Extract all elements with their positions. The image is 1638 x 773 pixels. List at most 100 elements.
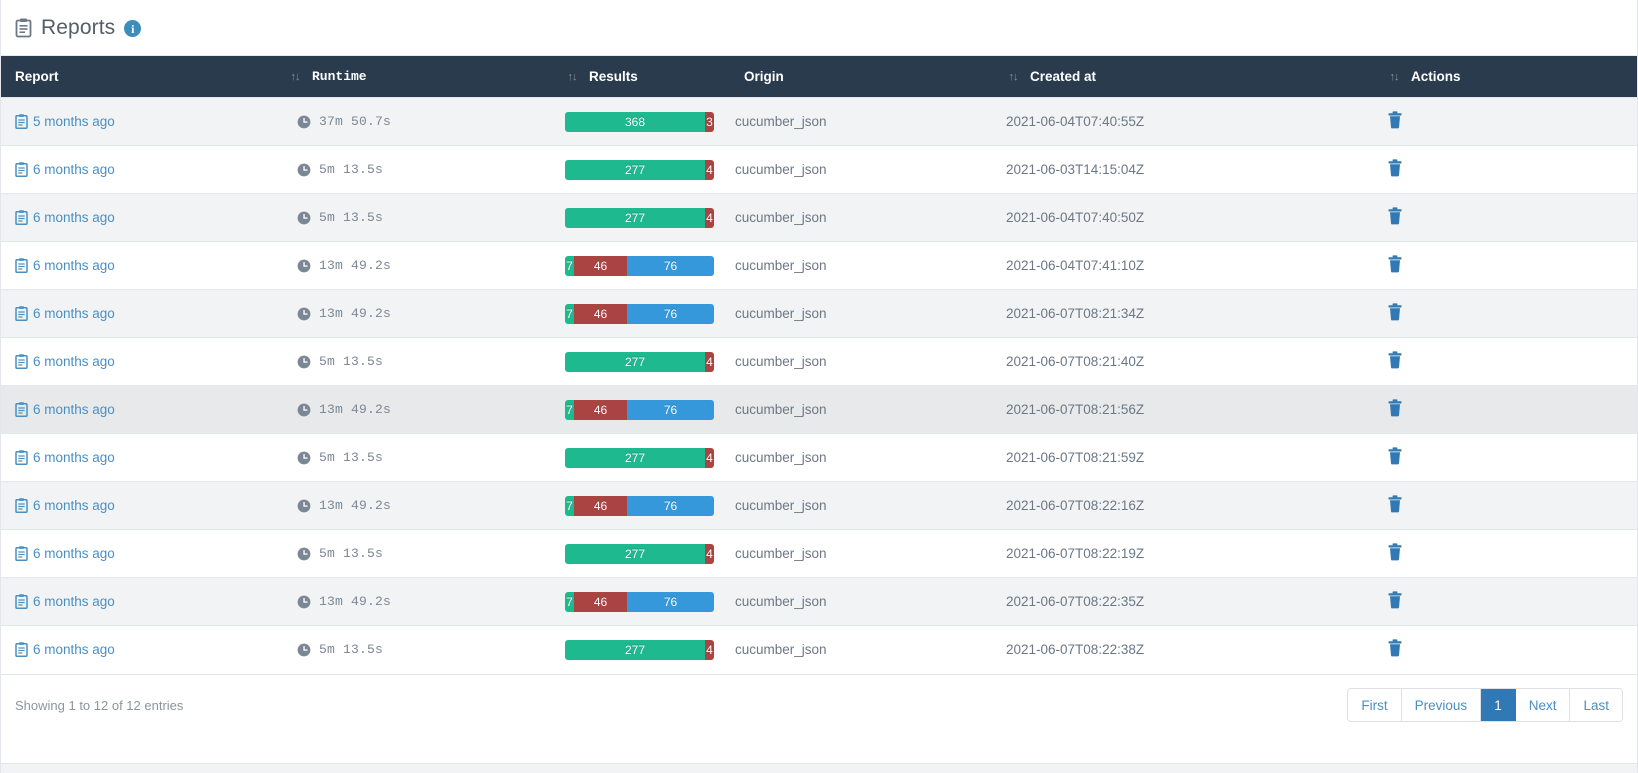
cell-results: 7 46 76	[565, 577, 735, 626]
results-segment-passed: 7	[565, 399, 574, 420]
clock-icon	[297, 163, 311, 177]
results-bar[interactable]: 7 46 76	[565, 303, 714, 324]
delete-report-button[interactable]	[1387, 447, 1403, 465]
table-row[interactable]: 6 months ago 5m 13.5s 277 4 cucumber_json 202…	[1, 529, 1637, 578]
table-row[interactable]: 6 months ago 5m 13.5s 277 4 cucumber_json 202…	[1, 337, 1637, 386]
results-bar[interactable]: 368 3	[565, 111, 714, 132]
column-header-actions[interactable]: ↑↓ Actions	[1387, 56, 1637, 98]
clock-icon	[297, 115, 311, 129]
results-bar[interactable]: 277 4	[565, 207, 714, 228]
delete-report-button[interactable]	[1387, 207, 1403, 225]
pagination-button-previous[interactable]: Previous	[1401, 689, 1482, 721]
results-segment-failed: 4	[705, 351, 714, 372]
results-segment-failed: 46	[574, 495, 628, 516]
pagination-button-last[interactable]: Last	[1570, 689, 1622, 721]
results-segment-failed: 4	[705, 639, 714, 660]
created-at-value: 2021-06-07T08:22:16Z	[1006, 498, 1145, 513]
info-icon[interactable]: i	[124, 20, 142, 37]
report-link[interactable]: 6 months ago	[33, 258, 115, 273]
origin-value: cucumber_json	[735, 354, 827, 369]
results-bar[interactable]: 7 46 76	[565, 399, 714, 420]
table-row[interactable]: 6 months ago 13m 49.2s 7 46 76 cucumber_json 2…	[1, 577, 1637, 626]
cell-created-at: 2021-06-07T08:21:56Z	[1006, 385, 1387, 434]
table-row[interactable]: 6 months ago 13m 49.2s 7 46 76 cucumber_json 2…	[1, 289, 1637, 338]
delete-report-button[interactable]	[1387, 591, 1403, 609]
cell-results: 277 4	[565, 433, 735, 482]
table-row[interactable]: 6 months ago 5m 13.5s 277 4 cucumber_json 202…	[1, 625, 1637, 674]
delete-report-button[interactable]	[1387, 543, 1403, 561]
sort-both-icon-runtime[interactable]: ↑↓	[288, 71, 302, 83]
sort-both-icon-created-at[interactable]: ↑↓	[1006, 71, 1020, 83]
cell-actions	[1387, 385, 1637, 434]
column-label-origin: Origin	[744, 69, 784, 84]
report-link[interactable]: 6 months ago	[33, 354, 115, 369]
table-row[interactable]: 6 months ago 13m 49.2s 7 46 76 cucumber_json 2…	[1, 241, 1637, 290]
delete-report-button[interactable]	[1387, 399, 1403, 417]
results-bar[interactable]: 7 46 76	[565, 591, 714, 612]
report-link[interactable]: 6 months ago	[33, 162, 115, 177]
cell-created-at: 2021-06-04T07:40:55Z	[1006, 97, 1387, 146]
delete-report-button[interactable]	[1387, 495, 1403, 513]
report-link[interactable]: 6 months ago	[33, 642, 115, 657]
pagination-button-first[interactable]: First	[1348, 689, 1402, 721]
cell-actions	[1387, 481, 1637, 530]
delete-report-button[interactable]	[1387, 303, 1403, 321]
created-at-value: 2021-06-07T08:22:38Z	[1006, 642, 1145, 658]
delete-report-button[interactable]	[1387, 255, 1403, 273]
table-row[interactable]: 6 months ago 5m 13.5s 277 4 cucumber_json 202…	[1, 433, 1637, 482]
delete-report-button[interactable]	[1387, 639, 1403, 657]
table-footer: Showing 1 to 12 of 12 entries First Previ…	[1, 673, 1637, 736]
report-link[interactable]: 6 months ago	[33, 306, 115, 321]
sort-both-icon-actions[interactable]: ↑↓	[1387, 71, 1401, 83]
cell-actions	[1387, 241, 1637, 290]
report-link[interactable]: 6 months ago	[33, 594, 115, 609]
pagination-button-1[interactable]: 1	[1481, 689, 1516, 721]
cell-results: 277 4	[565, 145, 735, 194]
sort-both-icon-results[interactable]: ↑↓	[565, 71, 579, 83]
cell-results: 7 46 76	[565, 481, 735, 530]
delete-report-button[interactable]	[1387, 351, 1403, 369]
pagination-button-next[interactable]: Next	[1515, 689, 1571, 721]
table-row[interactable]: 6 months ago 5m 13.5s 277 4 cucumber_json 202…	[1, 193, 1637, 242]
cell-report: 6 months ago	[1, 289, 288, 338]
cell-origin: cucumber_json	[735, 337, 1006, 386]
delete-report-button[interactable]	[1387, 111, 1403, 129]
cell-created-at: 2021-06-07T08:22:19Z	[1006, 529, 1387, 578]
report-doc-icon	[15, 354, 28, 369]
report-link[interactable]: 6 months ago	[33, 546, 115, 561]
column-header-origin[interactable]: Origin	[735, 56, 1006, 98]
report-link[interactable]: 5 months ago	[33, 114, 115, 129]
cell-created-at: 2021-06-07T08:21:34Z	[1006, 289, 1387, 338]
report-link[interactable]: 6 months ago	[33, 210, 115, 225]
results-bar[interactable]: 7 46 76	[565, 495, 714, 516]
report-link[interactable]: 6 months ago	[33, 450, 115, 465]
report-link[interactable]: 6 months ago	[33, 498, 115, 513]
table-row[interactable]: 6 months ago 5m 13.5s 277 4 cucumber_json 202…	[1, 145, 1637, 194]
column-header-runtime[interactable]: ↑↓ Runtime	[288, 56, 565, 98]
table-row[interactable]: 5 months ago 37m 50.7s 368 3 cucumber_json 20…	[1, 97, 1637, 146]
results-segment-failed: 46	[574, 399, 628, 420]
results-bar[interactable]: 277 4	[565, 159, 714, 180]
results-bar[interactable]: 277 4	[565, 447, 714, 468]
origin-value: cucumber_json	[735, 210, 827, 225]
column-header-report[interactable]: Report	[1, 56, 288, 98]
clipboard-icon	[15, 18, 32, 38]
results-segment-passed: 277	[565, 207, 705, 228]
table-row[interactable]: 6 months ago 13m 49.2s 7 46 76 cucumber_json 2…	[1, 385, 1637, 434]
results-segment-passed: 277	[565, 351, 705, 372]
results-segment-failed: 46	[574, 303, 628, 324]
created-at-value: 2021-06-07T08:21:40Z	[1006, 354, 1145, 369]
column-header-created-at[interactable]: ↑↓ Created at	[1006, 56, 1387, 98]
results-bar[interactable]: 277 4	[565, 543, 714, 564]
results-bar[interactable]: 7 46 76	[565, 255, 714, 276]
column-header-results[interactable]: ↑↓ Results	[565, 56, 735, 98]
cell-report: 6 months ago	[1, 241, 288, 290]
results-bar[interactable]: 277 4	[565, 639, 714, 660]
cell-origin: cucumber_json	[735, 193, 1006, 242]
report-link[interactable]: 6 months ago	[33, 402, 115, 417]
cell-report: 6 months ago	[1, 625, 288, 674]
table-row[interactable]: 6 months ago 13m 49.2s 7 46 76 cucumber_json 2…	[1, 481, 1637, 530]
page-header: Reports i	[1, 0, 1637, 56]
results-bar[interactable]: 277 4	[565, 351, 714, 372]
delete-report-button[interactable]	[1387, 159, 1403, 177]
